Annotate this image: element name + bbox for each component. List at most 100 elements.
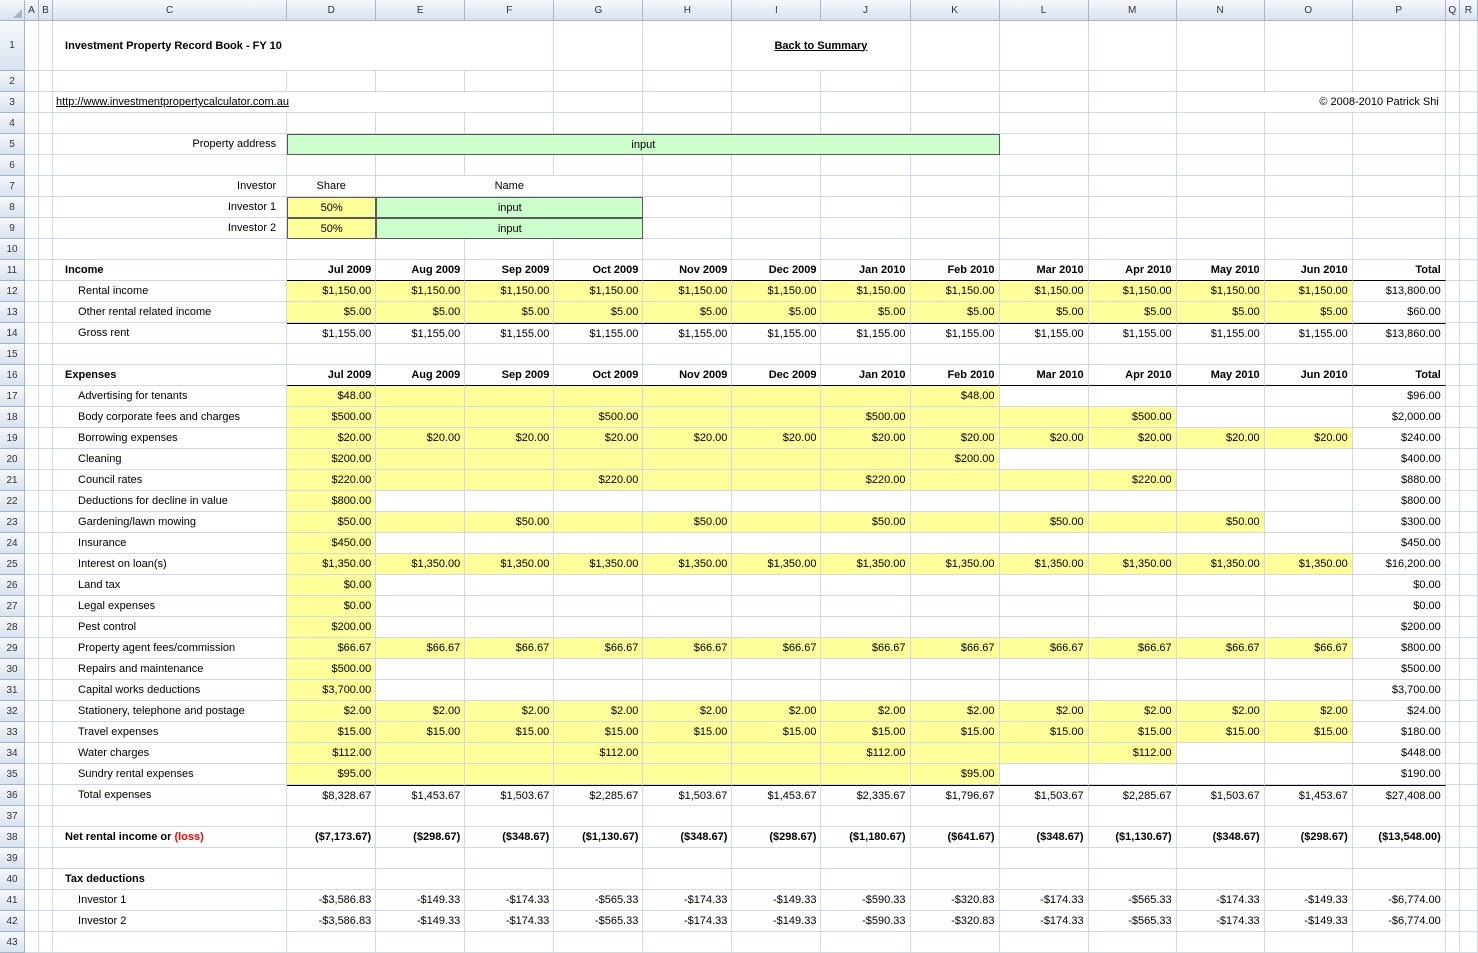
cell-B2[interactable] [39, 71, 53, 92]
value-cell[interactable] [376, 596, 465, 617]
cell-K1[interactable] [911, 21, 1000, 71]
column-header-N[interactable]: N [1177, 0, 1265, 21]
value-cell[interactable]: $48.00 [287, 386, 376, 407]
cell-K6[interactable] [911, 155, 1000, 176]
cell-F2[interactable] [465, 71, 554, 92]
row-header-35[interactable]: 35 [0, 764, 25, 785]
value-cell[interactable]: $1,155.00 [376, 323, 465, 344]
cell-B1[interactable] [39, 21, 53, 71]
cell-D4[interactable] [287, 113, 376, 134]
cell-Q9[interactable] [1446, 218, 1460, 239]
cell-I39[interactable] [732, 848, 821, 869]
cell-O5[interactable] [1265, 134, 1353, 155]
cell-O1[interactable] [1265, 21, 1353, 71]
cell-R9[interactable] [1460, 218, 1478, 239]
value-cell[interactable] [911, 512, 1000, 533]
value-cell[interactable]: $15.00 [643, 722, 732, 743]
cell-B28[interactable] [39, 617, 53, 638]
cell-A23[interactable] [25, 512, 39, 533]
cell-Q23[interactable] [1446, 512, 1460, 533]
value-cell[interactable]: $500.00 [1089, 407, 1177, 428]
value-cell[interactable]: $220.00 [554, 470, 643, 491]
total-cell[interactable]: $96.00 [1353, 386, 1446, 407]
value-cell[interactable]: $1,150.00 [287, 281, 376, 302]
row-header-1[interactable]: 1 [0, 21, 25, 71]
value-cell[interactable] [1089, 764, 1177, 785]
cell-O7[interactable] [1265, 176, 1353, 197]
cell-Q5[interactable] [1446, 134, 1460, 155]
value-cell[interactable]: $1,155.00 [554, 323, 643, 344]
value-cell[interactable]: $2.00 [643, 701, 732, 722]
cell-Q13[interactable] [1446, 302, 1460, 323]
cell-I8[interactable] [732, 197, 821, 218]
value-cell[interactable]: $1,453.67 [1265, 785, 1353, 806]
cell-Q4[interactable] [1446, 113, 1460, 134]
cell-A6[interactable] [25, 155, 39, 176]
value-cell[interactable] [643, 449, 732, 470]
value-cell[interactable] [821, 596, 910, 617]
cell-R19[interactable] [1460, 428, 1478, 449]
cell-E15[interactable] [376, 344, 465, 365]
value-cell[interactable]: -$3,586.83 [287, 911, 376, 932]
cell-Q10[interactable] [1446, 239, 1460, 260]
value-cell[interactable] [1177, 491, 1265, 512]
value-cell[interactable]: -$174.33 [465, 890, 554, 911]
value-cell[interactable] [376, 764, 465, 785]
value-cell[interactable]: $200.00 [287, 449, 376, 470]
value-cell[interactable]: $1,503.67 [1000, 785, 1089, 806]
value-cell[interactable] [1000, 743, 1089, 764]
row-header-38[interactable]: 38 [0, 827, 25, 848]
cell-A5[interactable] [25, 134, 39, 155]
cell-B32[interactable] [39, 701, 53, 722]
value-cell[interactable]: $1,350.00 [1265, 554, 1353, 575]
value-cell[interactable] [643, 491, 732, 512]
value-cell[interactable]: $112.00 [554, 743, 643, 764]
cell-F37[interactable] [465, 806, 554, 827]
cell-D37[interactable] [287, 806, 376, 827]
value-cell[interactable]: -$565.33 [1089, 890, 1177, 911]
value-cell[interactable] [911, 407, 1000, 428]
cell-R29[interactable] [1460, 638, 1478, 659]
property-address-input[interactable]: input [287, 134, 999, 155]
cell-R12[interactable] [1460, 281, 1478, 302]
value-cell[interactable]: $1,796.67 [911, 785, 1000, 806]
column-header-E[interactable]: E [376, 0, 465, 21]
value-cell[interactable]: $20.00 [1177, 428, 1265, 449]
value-cell[interactable] [554, 617, 643, 638]
value-cell[interactable]: $1,453.67 [732, 785, 821, 806]
value-cell[interactable]: $220.00 [1089, 470, 1177, 491]
value-cell[interactable] [1000, 407, 1089, 428]
value-cell[interactable]: $5.00 [732, 302, 821, 323]
value-cell[interactable] [643, 470, 732, 491]
cell-I7[interactable] [732, 176, 821, 197]
value-cell[interactable] [821, 533, 910, 554]
value-cell[interactable]: $500.00 [287, 659, 376, 680]
value-cell[interactable] [732, 617, 821, 638]
cell-L2[interactable] [1000, 71, 1089, 92]
row-header-10[interactable]: 10 [0, 239, 25, 260]
value-cell[interactable]: $15.00 [1265, 722, 1353, 743]
value-cell[interactable] [911, 533, 1000, 554]
cell-A36[interactable] [25, 785, 39, 806]
column-header-J[interactable]: J [821, 0, 910, 21]
cell-N1[interactable] [1177, 21, 1265, 71]
value-cell[interactable]: $66.67 [376, 638, 465, 659]
cell-C6[interactable] [53, 155, 287, 176]
cell-B36[interactable] [39, 785, 53, 806]
value-cell[interactable] [1265, 407, 1353, 428]
column-header-A[interactable]: A [25, 0, 39, 21]
value-cell[interactable]: $20.00 [465, 428, 554, 449]
value-cell[interactable] [554, 659, 643, 680]
value-cell[interactable] [376, 491, 465, 512]
value-cell[interactable] [643, 743, 732, 764]
cell-F40[interactable] [465, 869, 554, 890]
cell-E10[interactable] [376, 239, 465, 260]
cell-C37[interactable] [53, 806, 287, 827]
value-cell[interactable]: $50.00 [465, 512, 554, 533]
row-header-37[interactable]: 37 [0, 806, 25, 827]
value-cell[interactable] [1089, 449, 1177, 470]
cell-L15[interactable] [1000, 344, 1089, 365]
value-cell[interactable] [1089, 575, 1177, 596]
value-cell[interactable] [821, 764, 910, 785]
row-header-4[interactable]: 4 [0, 113, 25, 134]
